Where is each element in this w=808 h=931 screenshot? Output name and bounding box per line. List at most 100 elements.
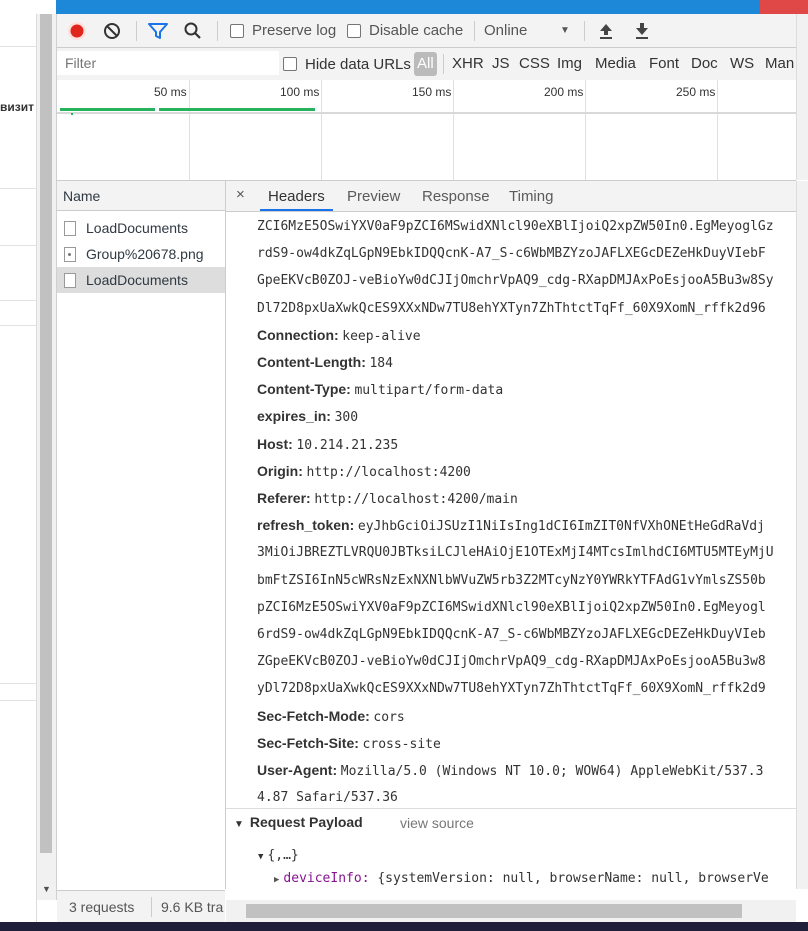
tab-response[interactable]: Response bbox=[422, 181, 490, 211]
filter-type-xhr[interactable]: XHR bbox=[452, 48, 484, 80]
window-close-area[interactable] bbox=[760, 0, 808, 14]
view-source-link[interactable]: view source bbox=[400, 815, 474, 831]
detail-scrollbar[interactable] bbox=[796, 181, 808, 889]
filter-type-manifest[interactable]: Man bbox=[765, 48, 794, 80]
hide-data-urls-label: Hide data URLs bbox=[305, 55, 411, 73]
payload-device-info[interactable]: ▶ deviceInfo: {systemVersion: null, brows… bbox=[274, 871, 769, 886]
header-line: 6rdS9-ow4dkZqLGpN9EbkIDQQcnK-A7_S-c6WbMB… bbox=[257, 626, 766, 642]
header-value: eyJhbGciOiJSUzI1NiIsIng1dCI6ImZIT0NfVXhO… bbox=[357, 519, 765, 535]
header-line: Dl72D8pxUaXwkQcES9XXxNDw7TU8ehYXTyn7ZhTh… bbox=[257, 300, 766, 316]
header-key: Host: bbox=[257, 435, 293, 452]
disable-cache-check[interactable] bbox=[347, 23, 361, 38]
header-value: ZCI6MzE5OSwiYXV0aF9pZCI6MSwidXNlcl90eXBl… bbox=[257, 219, 774, 234]
header-key: Origin: bbox=[257, 462, 303, 479]
request-payload-section-toggle[interactable]: ▼ Request Payload bbox=[234, 814, 363, 830]
filter-type-all[interactable]: All bbox=[414, 52, 437, 76]
header-value: http://localhost:4200 bbox=[306, 464, 471, 480]
window-top-bar bbox=[0, 0, 808, 14]
filter-bar: Hide data URLs All XHR JS CSS Img Media … bbox=[57, 48, 808, 81]
timeline-scrollbar[interactable] bbox=[796, 14, 808, 180]
transferred-size: 9.6 KB tra bbox=[161, 899, 224, 915]
document-icon bbox=[64, 220, 76, 236]
timeline-tick-label: 100 ms bbox=[280, 85, 320, 99]
filter-type-ws[interactable]: WS bbox=[730, 48, 754, 80]
payload-root[interactable]: ▼ {,…} bbox=[258, 848, 299, 863]
page-scrollbar[interactable]: ▼ bbox=[37, 0, 57, 900]
hide-data-urls-checkbox[interactable]: Hide data URLs bbox=[283, 48, 411, 80]
header-line: Sec-Fetch-Mode: cors bbox=[257, 708, 405, 725]
search-button[interactable] bbox=[184, 14, 202, 47]
payload-value: {systemVersion: null, browserName: null,… bbox=[377, 871, 769, 886]
tab-timing[interactable]: Timing bbox=[509, 181, 553, 211]
preserve-log-check[interactable] bbox=[230, 23, 244, 38]
header-value: 6rdS9-ow4dkZqLGpN9EbkIDQQcnK-A7_S-c6WbMB… bbox=[257, 627, 766, 642]
taskbar-strip bbox=[0, 922, 808, 931]
header-line: Referer: http://localhost:4200/main bbox=[257, 490, 518, 507]
request-detail-panel: × Headers Preview Response Timing ZCI6Mz… bbox=[226, 181, 796, 889]
chevron-down-icon: ▼ bbox=[560, 25, 570, 36]
name-column-header[interactable]: Name bbox=[57, 181, 225, 211]
filter-icon bbox=[148, 22, 168, 39]
header-value: multipart/form-data bbox=[354, 383, 504, 399]
header-line: pZCI6MzE5OSwiYXV0aF9pZCI6MSwidXNlcl90eXB… bbox=[257, 599, 766, 615]
request-row-selected[interactable]: LoadDocuments bbox=[57, 267, 225, 293]
filter-type-font[interactable]: Font bbox=[649, 48, 679, 80]
header-line: expires_in: 300 bbox=[257, 408, 358, 425]
scroll-down-arrow-icon[interactable]: ▼ bbox=[42, 884, 51, 894]
page-scrollbar-thumb[interactable] bbox=[40, 3, 52, 853]
timeline-overview[interactable]: 50 ms 100 ms 150 ms 200 ms 250 ms bbox=[57, 80, 796, 181]
header-line: GpeEKVcB0ZOJ-veBioYw0dCJIjOmchrVpAQ9_cdg… bbox=[257, 272, 774, 288]
horizontal-scrollbar[interactable] bbox=[226, 900, 796, 922]
header-value: keep-alive bbox=[342, 328, 421, 344]
disable-cache-checkbox[interactable]: Disable cache bbox=[347, 14, 463, 47]
header-value: cors bbox=[373, 709, 405, 725]
filter-type-css[interactable]: CSS bbox=[519, 48, 550, 80]
header-value: bmFtZSI6InN5cWRsNzExNXNlbWVuZW5rb3Z2MTcy… bbox=[257, 572, 766, 588]
timeline-tick-label: 150 ms bbox=[412, 85, 452, 99]
header-line: Connection: keep-alive bbox=[257, 327, 421, 344]
request-row[interactable]: LoadDocuments bbox=[57, 215, 225, 241]
hide-data-urls-check[interactable] bbox=[283, 57, 297, 71]
header-line: User-Agent: Mozilla/5.0 (Windows NT 10.0… bbox=[257, 762, 763, 779]
filter-input[interactable] bbox=[57, 51, 279, 75]
export-har-button[interactable] bbox=[634, 14, 650, 47]
header-value: pZCI6MzE5OSwiYXV0aF9pZCI6MSwidXNlcl90eXB… bbox=[257, 599, 766, 615]
request-name: LoadDocuments bbox=[86, 272, 188, 288]
header-line: Origin: http://localhost:4200 bbox=[257, 463, 471, 480]
header-key: Referer: bbox=[257, 490, 311, 506]
clear-button[interactable] bbox=[103, 14, 121, 47]
document-icon bbox=[64, 272, 76, 288]
status-bar: 3 requests 9.6 KB tra bbox=[57, 890, 225, 923]
header-line: yDl72D8pxUaXwkQcES9XXxNDw7TU8ehYXTyn7ZhT… bbox=[257, 680, 766, 696]
search-icon bbox=[184, 22, 201, 39]
request-row[interactable]: Group%20678.png bbox=[57, 241, 225, 267]
header-line: Content-Length: 184 bbox=[257, 354, 393, 371]
filter-type-doc[interactable]: Doc bbox=[691, 48, 718, 80]
top-left-blank bbox=[0, 0, 56, 14]
tab-headers[interactable]: Headers bbox=[260, 181, 333, 211]
tab-preview[interactable]: Preview bbox=[347, 181, 400, 211]
header-line: Host: 10.214.21.235 bbox=[257, 436, 398, 453]
payload-root-value: {,…} bbox=[267, 848, 299, 863]
disable-cache-label: Disable cache bbox=[369, 22, 464, 39]
timeline-request-bar bbox=[60, 108, 155, 111]
import-har-button[interactable] bbox=[598, 14, 614, 47]
close-icon[interactable]: × bbox=[236, 186, 245, 203]
timeline-tick-label: 50 ms bbox=[154, 85, 187, 99]
record-button[interactable] bbox=[67, 14, 87, 47]
horizontal-scrollbar-thumb[interactable] bbox=[246, 904, 742, 918]
preserve-log-checkbox[interactable]: Preserve log bbox=[230, 14, 336, 47]
throttling-select[interactable]: Online ▼ bbox=[484, 14, 572, 47]
header-line: refresh_token: eyJhbGciOiJSUzI1NiIsIng1d… bbox=[257, 517, 765, 534]
throttling-value: Online bbox=[484, 22, 528, 39]
header-key: Sec-Fetch-Site: bbox=[257, 734, 359, 751]
filter-type-js[interactable]: JS bbox=[492, 48, 510, 80]
header-key: Connection: bbox=[257, 326, 339, 343]
filter-type-img[interactable]: Img bbox=[557, 48, 582, 80]
filter-type-media[interactable]: Media bbox=[595, 48, 636, 80]
download-icon bbox=[636, 22, 648, 39]
header-value: yDl72D8pxUaXwkQcES9XXxNDw7TU8ehYXTyn7ZhT… bbox=[257, 681, 766, 697]
header-key: User-Agent: bbox=[257, 762, 338, 778]
filter-toggle-button[interactable] bbox=[148, 14, 168, 47]
header-value: http://localhost:4200/main bbox=[314, 492, 518, 507]
